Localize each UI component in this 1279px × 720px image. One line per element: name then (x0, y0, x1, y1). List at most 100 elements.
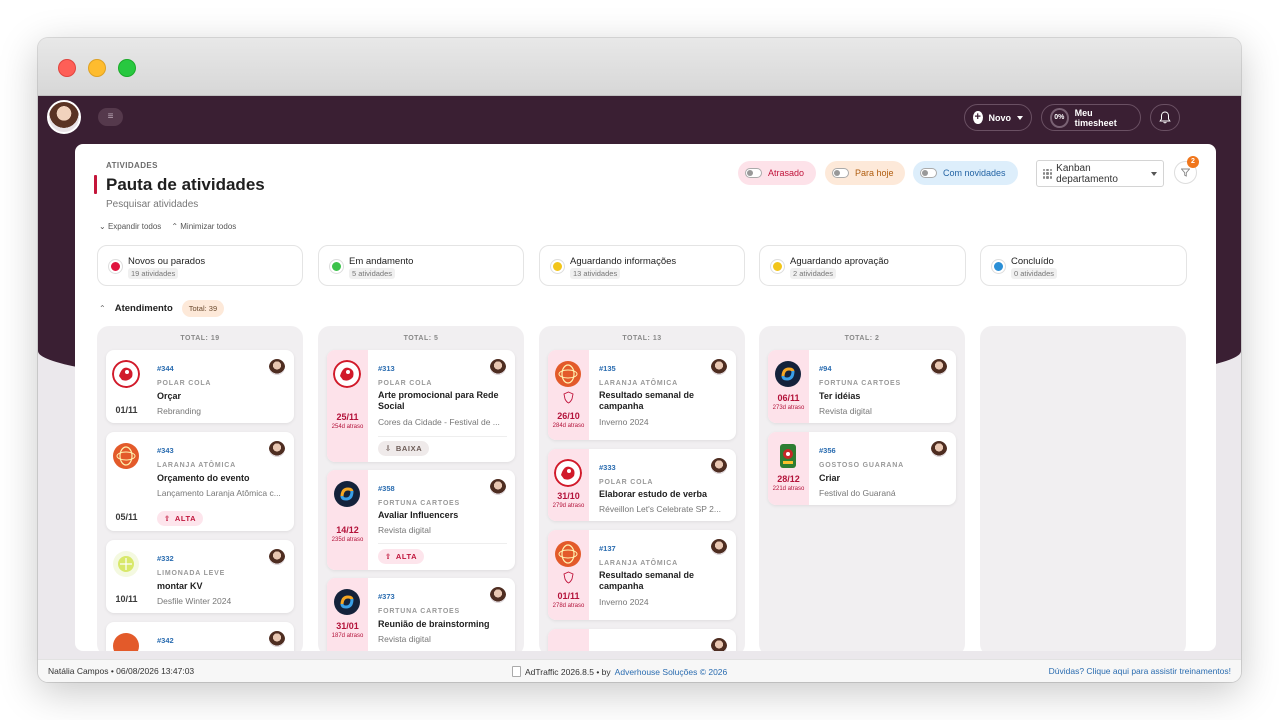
chevron-up-icon[interactable]: ⌃ (99, 304, 106, 313)
user-avatar[interactable] (47, 100, 81, 134)
card-subtitle: Inverno 2024 (599, 597, 649, 607)
notifications-button[interactable] (1150, 104, 1180, 131)
card-delay: 273d atraso (772, 405, 805, 411)
card-date: 14/12 (336, 525, 359, 535)
card-client: FORTUNA CARTOES (819, 380, 901, 387)
activity-card[interactable]: 05/11 #343 LARANJA ATÔMICA Orçamento do … (106, 432, 294, 531)
group-atendimento[interactable]: ⌃ Atendimento Total: 39 (99, 300, 225, 317)
minimize-all-button[interactable]: ⌃ Minimizar todos (171, 222, 236, 231)
activity-card[interactable]: 01/11 278d atraso #137 LARANJA ATÔMICA R… (548, 530, 736, 620)
status-andamento[interactable]: Em andamento 5 atividades (318, 245, 524, 286)
card-client: LARANJA ATÔMICA (157, 462, 237, 469)
timesheet-label: Meu timesheet (1074, 107, 1117, 128)
status-aguardando-aprovacao[interactable]: Aguardando aprovação 2 atividades (759, 245, 966, 286)
assignee-avatar (711, 458, 727, 474)
activity-card[interactable]: 28/12 221d atraso #356 GOSTOSO GUARANA C… (768, 432, 956, 505)
arrow-down-icon: ⇩ (385, 444, 392, 453)
timesheet-button[interactable]: 0% Meu timesheet (1041, 104, 1141, 131)
card-number[interactable]: #356 (819, 446, 836, 455)
help-link[interactable]: Dúvidas? Clique aqui para assistir trein… (1049, 666, 1231, 676)
card-subtitle: Revista digital (378, 525, 431, 535)
activity-card[interactable]: #342 (106, 622, 294, 651)
activity-card[interactable]: 01/11 #344 POLAR COLA Orçar Rebranding (106, 350, 294, 423)
card-subtitle: Cores da Cidade - Festival de ... (378, 417, 500, 427)
card-client: POLAR COLA (378, 380, 433, 387)
expand-all-button[interactable]: ⌄ Expandir todos (99, 222, 161, 231)
card-delay: 284d atraso (552, 423, 585, 429)
card-subtitle: Rebranding (157, 406, 201, 416)
card-number[interactable]: #333 (599, 463, 616, 472)
card-number[interactable]: #137 (599, 544, 616, 553)
status-novos[interactable]: Novos ou parados 19 atividades (97, 245, 303, 286)
filter-atrasado-toggle[interactable]: Atrasado (738, 161, 816, 185)
activity-card[interactable]: 10/11 #332 LIMONADA LEVE montar KV Desfi… (106, 540, 294, 613)
card-subtitle: Lançamento Laranja Atômica c... (157, 488, 281, 498)
kanban-select-value: Kanban departamento (1056, 162, 1118, 185)
kanban-column-novos: TOTAL: 19 01/11 #344 POLAR COLA Orçar Re… (97, 326, 303, 651)
activity-card[interactable]: 26/10 284d atraso #135 LARANJA ATÔMICA R… (548, 350, 736, 440)
activity-card[interactable]: 06/11 273d atraso #94 FORTUNA CARTOES Te… (768, 350, 956, 423)
activity-card[interactable]: 14/12 235d atraso #358 FORTUNA CARTOES A… (327, 470, 515, 570)
card-number[interactable]: #135 (599, 364, 616, 373)
toggle-switch[interactable] (920, 168, 937, 178)
status-count: 5 atividades (349, 268, 396, 279)
breadcrumb: ATIVIDADES (106, 161, 158, 170)
card-delay: 254d atraso (331, 424, 364, 430)
arrow-up-icon: ⇧ (164, 514, 171, 523)
status-label: Em andamento (349, 256, 414, 267)
menu-toggle-button[interactable]: ≡ (98, 108, 123, 126)
toggle-switch[interactable] (745, 168, 762, 178)
card-client: LARANJA ATÔMICA (599, 560, 679, 567)
filter-hoje-toggle[interactable]: Para hoje (825, 161, 905, 185)
search-input[interactable]: Pesquisar atividades (106, 199, 198, 210)
status-label: Aguardando informações (570, 256, 677, 267)
timesheet-progress: 0% (1050, 107, 1069, 128)
card-number[interactable]: #344 (157, 364, 174, 373)
filter-novidades-toggle[interactable]: Com novidades (913, 161, 1018, 185)
bell-icon (1159, 111, 1171, 124)
close-window-button[interactable] (58, 59, 76, 77)
card-number[interactable]: #313 (378, 364, 395, 373)
card-number[interactable]: #342 (157, 636, 174, 645)
column-total: TOTAL: 5 (403, 335, 439, 342)
activity-card[interactable] (548, 629, 736, 651)
status-dot (109, 260, 122, 273)
filter-novidades-label: Com novidades (943, 168, 1006, 178)
card-subtitle: Festival do Guaraná (819, 488, 896, 498)
company-link[interactable]: Adverhouse Soluções © 2026 (615, 667, 728, 677)
card-number[interactable]: #373 (378, 592, 395, 601)
minimize-window-button[interactable] (88, 59, 106, 77)
card-date-strip (548, 629, 589, 651)
toggle-switch[interactable] (832, 168, 849, 178)
card-delay: 187d atraso (331, 633, 364, 639)
card-number[interactable]: #94 (819, 364, 832, 373)
app-version: AdTraffic 2026.8.5 • by (525, 666, 611, 677)
assignee-avatar (931, 441, 947, 457)
status-dot (771, 260, 784, 273)
card-client: LIMONADA LEVE (157, 570, 226, 577)
activity-card[interactable]: 31/10 279d atraso #333 POLAR COLA Elabor… (548, 449, 736, 521)
priority-badge: ⇧ ALTA (378, 549, 425, 564)
app-version-info: AdTraffic 2026.8.5 • by Adverhouse Soluç… (512, 666, 727, 677)
activity-card[interactable]: 25/11 254d atraso #313 POLAR COLA Arte p… (327, 350, 515, 462)
novo-button[interactable]: + Novo (964, 104, 1032, 131)
column-total: TOTAL: 13 (622, 335, 662, 342)
main-panel: ATIVIDADES Pauta de atividades Pesquisar… (75, 144, 1216, 651)
card-client: LARANJA ATÔMICA (599, 380, 679, 387)
kanban-view-select[interactable]: Kanban departamento (1036, 160, 1164, 187)
document-icon (512, 666, 521, 677)
card-number[interactable]: #358 (378, 484, 395, 493)
status-aguardando-informacoes[interactable]: Aguardando informações 13 atividades (539, 245, 745, 286)
card-number[interactable]: #343 (157, 446, 174, 455)
card-title: Resultado semanal de campanha (599, 570, 695, 591)
status-concluido[interactable]: Concluído 0 atividades (980, 245, 1187, 286)
assignee-avatar (711, 539, 727, 555)
card-subtitle: Revista digital (819, 406, 872, 416)
activity-card[interactable]: 31/01 187d atraso #373 FORTUNA CARTOES R… (327, 578, 515, 651)
priority-badge: ⇩ BAIXA (378, 441, 430, 456)
card-date: 01/11 (115, 405, 138, 415)
maximize-window-button[interactable] (118, 59, 136, 77)
card-number[interactable]: #332 (157, 554, 174, 563)
card-client: POLAR COLA (599, 479, 654, 486)
card-title: montar KV (157, 581, 203, 591)
